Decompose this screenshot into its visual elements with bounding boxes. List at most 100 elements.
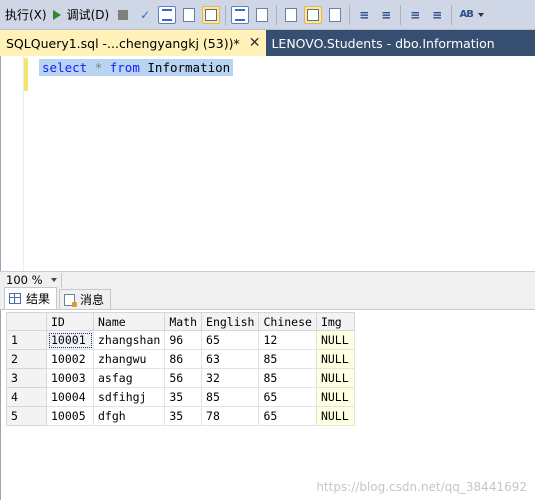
toolbar-separator [400, 4, 402, 25]
table-row: 1 10001 zhangshan 96 65 12 NULL [6, 330, 355, 350]
cell-name[interactable]: asfag [92, 368, 166, 388]
uncomment-icon[interactable] [377, 6, 395, 24]
tab-results-label: 结果 [26, 292, 51, 306]
cell-name[interactable]: zhangwu [92, 349, 166, 369]
results-to-grid-icon[interactable] [202, 5, 221, 24]
cell-img[interactable]: NULL [315, 387, 355, 407]
zoom-dropdown[interactable]: 100 % [0, 272, 62, 288]
results-grid-toggle-icon[interactable] [304, 5, 323, 24]
cell-math[interactable]: 96 [164, 330, 203, 350]
code-line-1[interactable]: select * from Information [39, 59, 234, 76]
cell-math[interactable]: 35 [164, 406, 203, 426]
results-grid: ID Name Math English Chinese Img 1 10001… [6, 312, 355, 426]
close-icon[interactable]: ✕ [249, 35, 261, 51]
parse-check-icon[interactable]: ✓ [136, 6, 154, 24]
play-icon [52, 9, 61, 20]
cell-math[interactable]: 35 [164, 387, 203, 407]
results-to-text-icon[interactable] [282, 6, 300, 24]
keyword-select: select [42, 60, 88, 75]
results-tab-bar: 结果 消息 [0, 287, 535, 310]
cell-img[interactable]: NULL [315, 368, 355, 388]
cell-math[interactable]: 86 [164, 349, 203, 369]
row-number-header[interactable] [6, 312, 47, 331]
client-stats-icon[interactable] [253, 6, 271, 24]
cell-english[interactable]: 85 [201, 387, 260, 407]
cell-math[interactable]: 56 [164, 368, 203, 388]
tab-messages[interactable]: 消息 [59, 289, 112, 309]
table-row: 4 10004 sdfihgj 35 85 65 NULL [6, 387, 355, 407]
stop-icon[interactable] [114, 6, 132, 24]
row-number[interactable]: 1 [6, 330, 47, 350]
cell-chinese[interactable]: 65 [258, 387, 317, 407]
cell-chinese[interactable]: 85 [258, 368, 317, 388]
cell-img[interactable]: NULL [315, 330, 355, 350]
cell-english[interactable]: 65 [201, 330, 260, 350]
zoom-bar: 100 % [0, 271, 535, 288]
cell-id[interactable]: 10001 [46, 330, 94, 350]
chevron-down-icon [50, 278, 57, 282]
operator-star: * [94, 60, 103, 75]
tab-sqlquery1[interactable]: SQLQuery1.sql -...chengyangkj (53))* ✕ [0, 30, 267, 56]
cell-name[interactable]: zhangshan [92, 330, 166, 350]
row-number[interactable]: 4 [6, 387, 47, 407]
cell-id[interactable]: 10005 [46, 406, 94, 426]
sql-editor[interactable]: select * from Information [0, 56, 535, 271]
watermark: https://blog.csdn.net/qq_38441692 [316, 480, 527, 494]
cell-chinese[interactable]: 12 [258, 330, 317, 350]
column-header-chinese[interactable]: Chinese [258, 312, 317, 331]
change-indicator [24, 58, 28, 91]
cell-english[interactable]: 63 [201, 349, 260, 369]
table-row: 2 10002 zhangwu 86 63 85 NULL [6, 349, 355, 369]
cell-english[interactable]: 78 [201, 406, 260, 426]
grid-icon [9, 293, 21, 304]
query-toolbar: 执行(X) 调试(D) ✓ AB [0, 0, 535, 30]
cell-id[interactable]: 10002 [46, 349, 94, 369]
table-identifier: Information [147, 60, 231, 75]
debug-button-label: 调试(D) [66, 7, 110, 22]
specify-values-icon[interactable]: AB [457, 6, 475, 24]
toolbar-separator [276, 4, 278, 25]
results-grid-pane: ID Name Math English Chinese Img 1 10001… [0, 310, 535, 500]
document-tab-bar: SQLQuery1.sql -...chengyangkj (53))* ✕ L… [0, 30, 535, 56]
cell-img[interactable]: NULL [315, 349, 355, 369]
cell-chinese[interactable]: 85 [258, 349, 317, 369]
table-row: 5 10005 dfgh 35 78 65 NULL [6, 406, 355, 426]
cell-id[interactable]: 10004 [46, 387, 94, 407]
column-header-img[interactable]: Img [315, 312, 355, 331]
query-options-icon[interactable] [180, 6, 198, 24]
tab-sqlquery1-label: SQLQuery1.sql -...chengyangkj (53))* [6, 35, 240, 51]
message-icon [64, 293, 78, 307]
toolbar-separator [225, 4, 227, 25]
column-header-math[interactable]: Math [164, 312, 203, 331]
cell-id[interactable]: 10003 [46, 368, 94, 388]
decrease-indent-icon[interactable] [406, 6, 424, 24]
table-row: 3 10003 asfag 56 32 85 NULL [6, 368, 355, 388]
column-header-english[interactable]: English [201, 312, 260, 331]
toolbar-separator [451, 4, 453, 25]
toolbar-separator [349, 4, 351, 25]
cell-name[interactable]: sdfihgj [92, 387, 166, 407]
include-plan-icon[interactable] [231, 5, 250, 24]
keyword-from: from [109, 60, 140, 75]
zoom-level: 100 % [6, 273, 43, 287]
cell-img[interactable]: NULL [315, 406, 355, 426]
increase-indent-icon[interactable] [428, 6, 446, 24]
tab-results[interactable]: 结果 [4, 287, 58, 309]
display-plan-icon[interactable] [158, 5, 177, 24]
grid-header-row: ID Name Math English Chinese Img [6, 312, 355, 331]
row-number[interactable]: 3 [6, 368, 47, 388]
row-number[interactable]: 2 [6, 349, 47, 369]
results-to-file-icon[interactable] [326, 6, 344, 24]
debug-button[interactable]: 调试(D) [50, 4, 113, 26]
tab-messages-label: 消息 [80, 293, 105, 307]
execute-button[interactable]: 执行(X) [2, 6, 50, 24]
row-number[interactable]: 5 [6, 406, 47, 426]
cell-english[interactable]: 32 [201, 368, 260, 388]
comment-icon[interactable] [355, 6, 373, 24]
cell-chinese[interactable]: 65 [258, 406, 317, 426]
tab-students-information[interactable]: LENOVO.Students - dbo.Information [266, 30, 499, 56]
column-header-id[interactable]: ID [46, 312, 94, 331]
toolbar-overflow-icon[interactable] [478, 12, 485, 17]
cell-name[interactable]: dfgh [92, 406, 166, 426]
column-header-name[interactable]: Name [92, 312, 166, 331]
